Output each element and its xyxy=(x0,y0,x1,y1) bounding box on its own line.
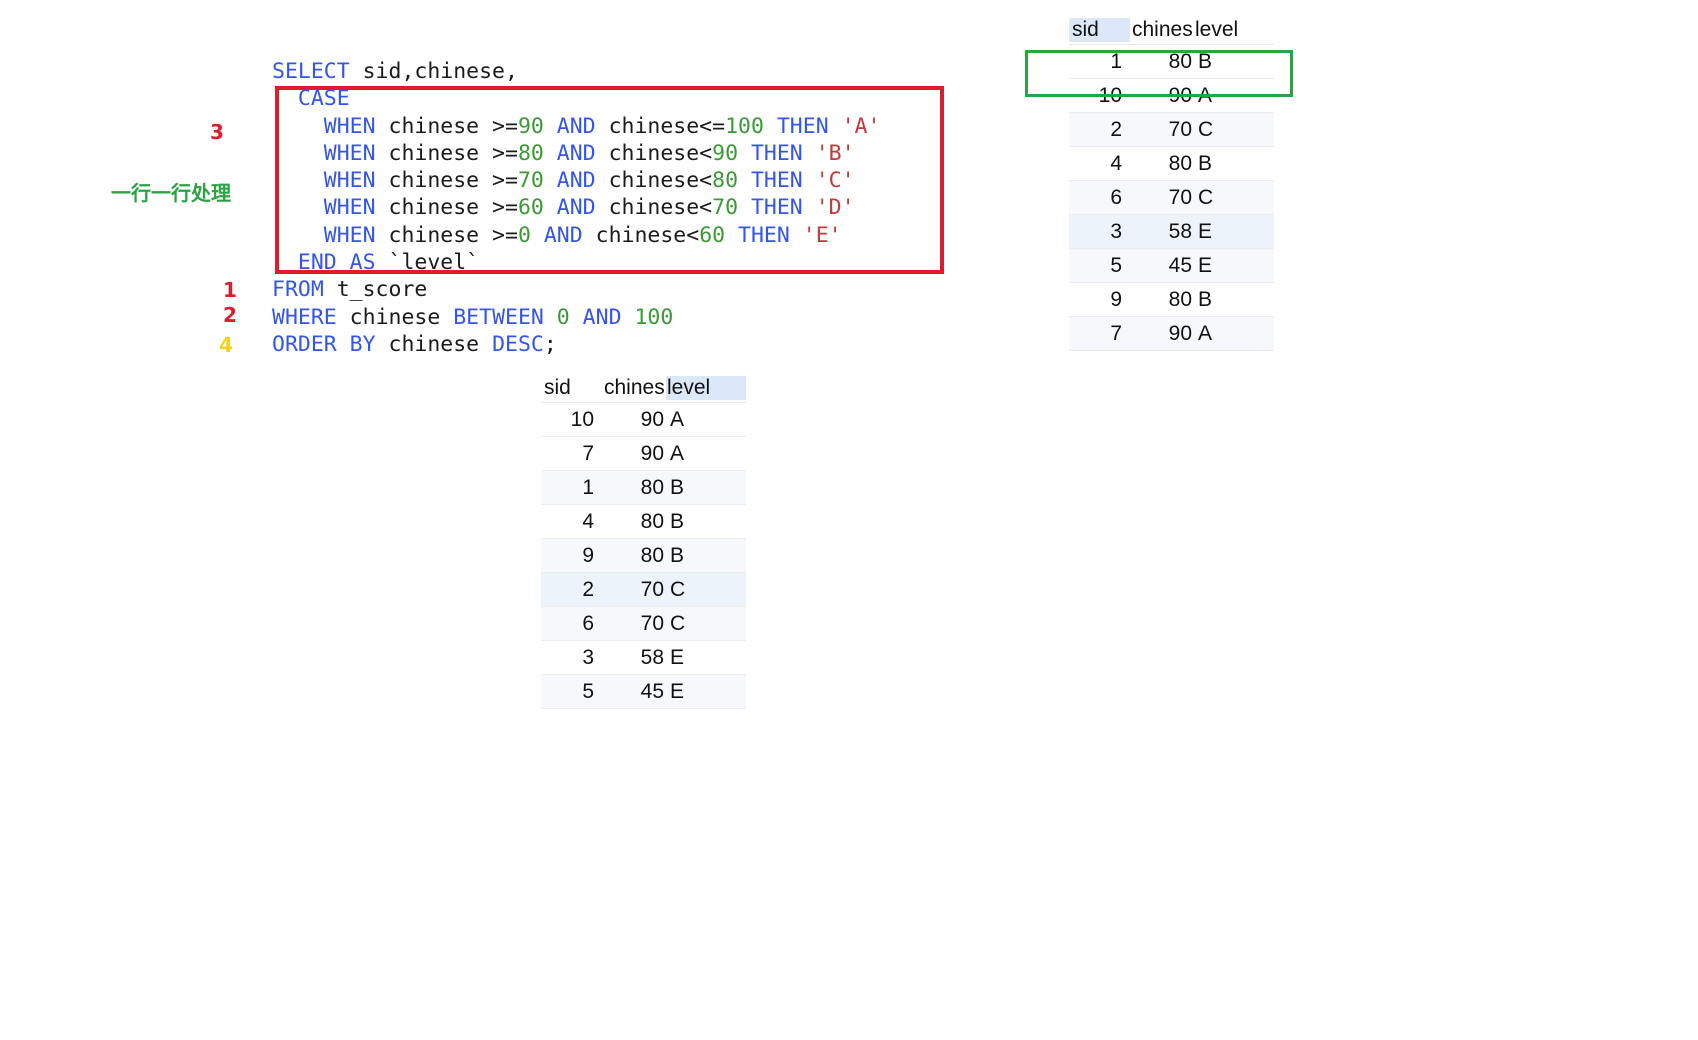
cell-sid[interactable]: 5 xyxy=(541,680,602,704)
cell-chinese[interactable]: 58 xyxy=(1130,220,1194,244)
cell-sid[interactable]: 9 xyxy=(1069,288,1130,312)
cell-level[interactable]: E xyxy=(666,646,746,670)
cell-sid[interactable]: 4 xyxy=(541,510,602,534)
cell-sid[interactable]: 6 xyxy=(541,612,602,636)
sql-line: WHERE chinese BETWEEN 0 AND 100 xyxy=(272,304,880,331)
sql-token: WHERE xyxy=(272,304,337,330)
table-row[interactable]: 4 80 B xyxy=(1069,147,1274,181)
column-header-level[interactable]: level xyxy=(1194,18,1274,42)
cell-level[interactable]: C xyxy=(1194,118,1274,142)
cell-chinese[interactable]: 90 xyxy=(602,442,666,466)
table-row[interactable]: 6 70 C xyxy=(541,607,746,641)
cell-level[interactable]: E xyxy=(666,680,746,704)
cell-chinese[interactable]: 90 xyxy=(602,408,666,432)
table-row[interactable]: 9 80 B xyxy=(1069,283,1274,317)
cell-chinese[interactable]: 80 xyxy=(1130,288,1194,312)
grid-header: sid chines level xyxy=(541,370,746,403)
cell-level[interactable]: B xyxy=(666,544,746,568)
cell-chinese[interactable]: 58 xyxy=(602,646,666,670)
cell-chinese[interactable]: 70 xyxy=(602,612,666,636)
cell-chinese[interactable]: 80 xyxy=(602,510,666,534)
cell-sid[interactable]: 2 xyxy=(1069,118,1130,142)
cell-chinese[interactable]: 80 xyxy=(602,476,666,500)
sql-token: 0 xyxy=(543,304,570,330)
cell-sid[interactable]: 9 xyxy=(541,544,602,568)
cell-sid[interactable]: 7 xyxy=(541,442,602,466)
cell-sid[interactable]: 5 xyxy=(1069,254,1130,278)
step-2-label: 2 xyxy=(223,303,237,327)
table-row[interactable]: 4 80 B xyxy=(541,505,746,539)
sql-line: SELECT sid,chinese, xyxy=(272,58,880,85)
cell-level[interactable]: B xyxy=(1194,288,1274,312)
cell-sid[interactable]: 4 xyxy=(1069,152,1130,176)
table-row[interactable]: 1 80 B xyxy=(541,471,746,505)
current-row-highlight-box xyxy=(1025,50,1293,97)
sql-line: ORDER BY chinese DESC; xyxy=(272,331,880,358)
column-header-level[interactable]: level xyxy=(666,376,746,400)
sql-token: DESC xyxy=(492,331,544,357)
sql-token: ORDER BY xyxy=(272,331,376,357)
table-row[interactable]: 3 58 E xyxy=(1069,215,1274,249)
cell-sid[interactable]: 6 xyxy=(1069,186,1130,210)
table-row[interactable]: 6 70 C xyxy=(1069,181,1274,215)
cell-level[interactable]: B xyxy=(666,476,746,500)
cell-level[interactable]: C xyxy=(666,578,746,602)
step-1-label: 1 xyxy=(223,278,237,302)
table-row[interactable]: 7 90 A xyxy=(1069,317,1274,351)
column-header-chinese[interactable]: chines xyxy=(602,376,666,400)
cell-level[interactable]: A xyxy=(666,408,746,432)
sql-token: AND xyxy=(569,304,622,330)
sql-token: ; xyxy=(543,331,557,357)
table-row[interactable]: 2 70 C xyxy=(541,573,746,607)
cell-chinese[interactable]: 45 xyxy=(1130,254,1194,278)
column-header-sid[interactable]: sid xyxy=(541,376,602,400)
step-3-label: 3 xyxy=(210,120,224,144)
table-row[interactable]: 5 45 E xyxy=(541,675,746,709)
cell-chinese[interactable]: 80 xyxy=(602,544,666,568)
cell-chinese[interactable]: 70 xyxy=(1130,186,1194,210)
row-by-row-note: 一行一行处理 xyxy=(111,181,231,205)
cell-sid[interactable]: 10 xyxy=(541,408,602,432)
column-header-sid[interactable]: sid xyxy=(1069,18,1130,42)
cell-level[interactable]: A xyxy=(666,442,746,466)
cell-sid[interactable]: 2 xyxy=(541,578,602,602)
cell-chinese[interactable]: 90 xyxy=(1130,322,1194,346)
grid-header: sid chines level xyxy=(1069,12,1274,45)
grid-body: 10 90 A 7 90 A 1 80 B 4 80 B 9 80 B 2 70 C 6 70 C 3 58 E 5 45 E xyxy=(541,403,746,709)
cell-sid[interactable]: 3 xyxy=(541,646,602,670)
cell-level[interactable]: C xyxy=(666,612,746,636)
cell-sid[interactable]: 1 xyxy=(541,476,602,500)
sql-token: SELECT xyxy=(272,59,350,84)
case-highlight-box xyxy=(275,86,944,274)
cell-level[interactable]: A xyxy=(1194,322,1274,346)
cell-level[interactable]: E xyxy=(1194,254,1274,278)
sql-token: chinese xyxy=(336,304,454,330)
sql-token: t_score xyxy=(323,277,428,303)
cell-chinese[interactable]: 45 xyxy=(602,680,666,704)
cell-chinese[interactable]: 70 xyxy=(1130,118,1194,142)
cell-chinese[interactable]: 70 xyxy=(602,578,666,602)
cell-level[interactable]: B xyxy=(1194,152,1274,176)
table-row[interactable]: 9 80 B xyxy=(541,539,746,573)
result-grid-sorted[interactable]: sid chines level 10 90 A 7 90 A 1 80 B 4 80 B 9 80 B 2 7… xyxy=(541,370,746,709)
cell-level[interactable]: B xyxy=(666,510,746,534)
cell-level[interactable]: C xyxy=(1194,186,1274,210)
table-row[interactable]: 10 90 A xyxy=(541,403,746,437)
sql-line: FROM t_score xyxy=(272,276,880,303)
table-row[interactable]: 3 58 E xyxy=(541,641,746,675)
cell-level[interactable]: E xyxy=(1194,220,1274,244)
cell-sid[interactable]: 3 xyxy=(1069,220,1130,244)
table-row[interactable]: 2 70 C xyxy=(1069,113,1274,147)
sql-token: FROM xyxy=(272,277,324,303)
cell-sid[interactable]: 7 xyxy=(1069,322,1130,346)
table-row[interactable]: 5 45 E xyxy=(1069,249,1274,283)
table-row[interactable]: 7 90 A xyxy=(541,437,746,471)
column-header-chinese[interactable]: chines xyxy=(1130,18,1194,42)
step-4-label: 4 xyxy=(219,333,233,357)
sql-token: BETWEEN xyxy=(453,304,544,330)
sql-token: sid,chinese, xyxy=(349,59,518,84)
cell-chinese[interactable]: 80 xyxy=(1130,152,1194,176)
sql-token: chinese xyxy=(375,331,493,357)
sql-token: 100 xyxy=(621,304,674,330)
